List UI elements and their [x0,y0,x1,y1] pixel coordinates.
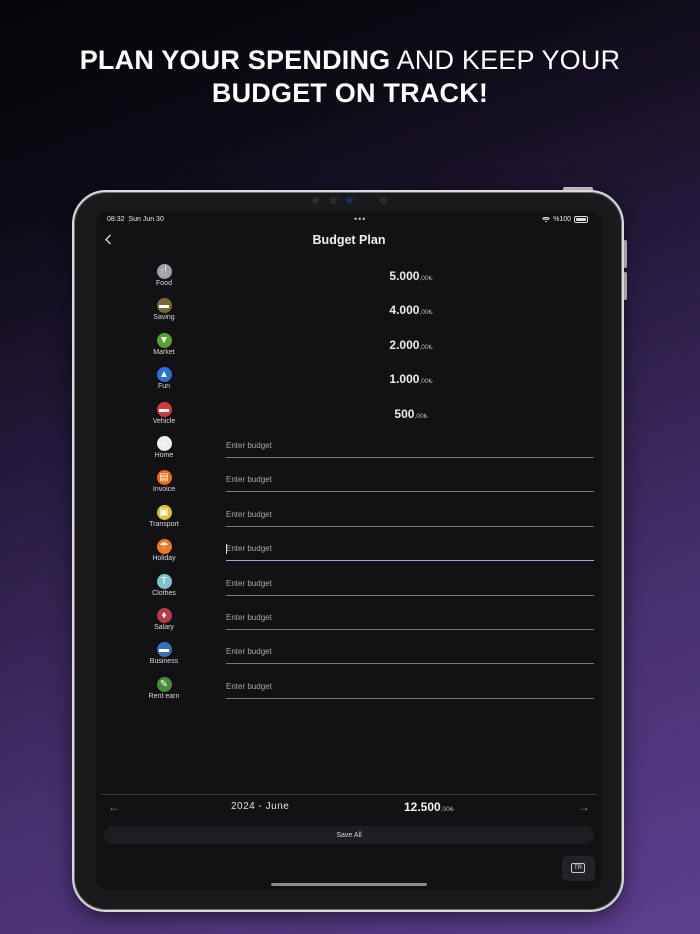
budget-field-home[interactable] [226,437,594,458]
budget-field-transport[interactable] [226,506,594,527]
amount-decimal: ,00₺ [419,275,433,282]
category-label: Salary [154,624,174,631]
invoice-icon: ▤ [156,470,172,486]
budget-field-holiday[interactable] [226,540,594,562]
shirt-icon: T [156,573,172,589]
home-icon: ⌂ [156,436,172,451]
category-transport: ▣ Transport [144,504,184,528]
text-cursor [226,544,227,555]
category-home: ⌂ Home [144,436,184,459]
wifi-icon [542,216,551,222]
category-salary: ♦ Salary [144,608,184,631]
status-bar: 08:32 Sun Jun 30 ••• %100 [107,214,588,228]
language-label: TR [571,863,585,873]
category-label: Holiday [152,555,176,563]
salary-icon: ♦ [156,608,172,623]
budget-input[interactable] [226,544,594,554]
divider [101,794,597,795]
budget-input[interactable] [226,647,594,657]
headline-light-1: AND KEEP YOUR [390,45,621,75]
category-label: Invoice [152,486,176,494]
status-time: 08:32 Sun Jun 30 [107,216,164,223]
status-right: %100 [542,216,588,223]
battery-percent: %100 [553,216,571,223]
budget-amount[interactable]: 1.000,00₺ [96,372,602,386]
budget-field-invoice[interactable] [226,471,594,493]
category-label: Transport [149,520,179,528]
amount-decimal: ,00₺ [419,343,433,351]
category-rent-earn: ✎ Rent earn [144,676,184,700]
language-toggle-button[interactable]: TR [562,856,595,881]
rent-icon: ✎ [156,676,172,692]
headline-bold-2: BUDGET ON TRACK! [211,78,489,108]
amount-value: 500 [394,406,415,421]
battery-icon [574,216,588,223]
period-label: 2024 - June [231,801,290,812]
save-all-button[interactable]: Save All [104,826,594,844]
amount-decimal: ,00₺ [414,412,428,420]
amount-value: 4.000 [389,303,420,318]
category-label: Rent earn [148,692,180,700]
budget-amount[interactable]: 500,00₺ [96,407,602,421]
briefcase-icon: ▬ [156,642,172,658]
multitasking-dots[interactable]: ••• [354,214,366,224]
camera-sensor [330,197,337,204]
budget-field-clothes[interactable] [226,575,594,596]
page-title: Budget Plan [312,233,386,247]
budget-input[interactable] [226,613,594,622]
amount-value: 1.000 [389,372,420,387]
category-invoice: ▤ Invoice [144,470,184,493]
app-screen: 08:32 Sun Jun 30 ••• %100 Budget Plan 🍴 F… [96,212,602,890]
budget-amount[interactable]: 5.000,00₺ [96,269,602,283]
category-holiday: ☂ Holiday [144,539,184,562]
total-amount: 12.500,00₺ [404,800,454,814]
amount-decimal: ,00₺ [419,309,433,317]
home-indicator[interactable] [271,883,427,886]
budget-amount[interactable]: 4.000,00₺ [96,303,602,317]
budget-field-rent-earn[interactable] [226,678,594,699]
budget-input[interactable] [226,475,594,485]
headline-bold-1: PLAN YOUR SPENDING [79,45,391,75]
beach-icon: ☂ [156,539,172,555]
budget-field-business[interactable] [226,643,594,665]
amount-value: 5.000 [389,269,420,283]
camera-sensor [312,197,319,204]
amount-decimal: ,00₺ [419,378,433,386]
camera-sensor [380,197,387,204]
budget-input[interactable] [226,681,594,691]
category-business: ▬ Business [144,642,184,665]
budget-amount[interactable]: 2.000,00₺ [96,338,602,352]
category-label: Clothes [152,589,176,597]
amount-value: 2.000 [389,337,420,352]
budget-input[interactable] [226,509,594,519]
summary-bar: ← 2024 - June 12.500,00₺ → [96,800,602,818]
camera-lens [346,197,353,204]
prev-month-button[interactable]: ← [108,800,120,814]
next-month-button[interactable]: → [578,800,590,814]
category-clothes: T Clothes [144,573,184,597]
bus-icon: ▣ [156,504,172,520]
budget-field-salary[interactable] [226,609,594,630]
budget-input[interactable] [226,441,594,450]
budget-input[interactable] [226,578,594,588]
headline: PLAN YOUR SPENDING AND KEEP YOUR BUDGET … [0,44,700,110]
category-label: Home [154,452,174,459]
category-label: Business [149,658,179,666]
